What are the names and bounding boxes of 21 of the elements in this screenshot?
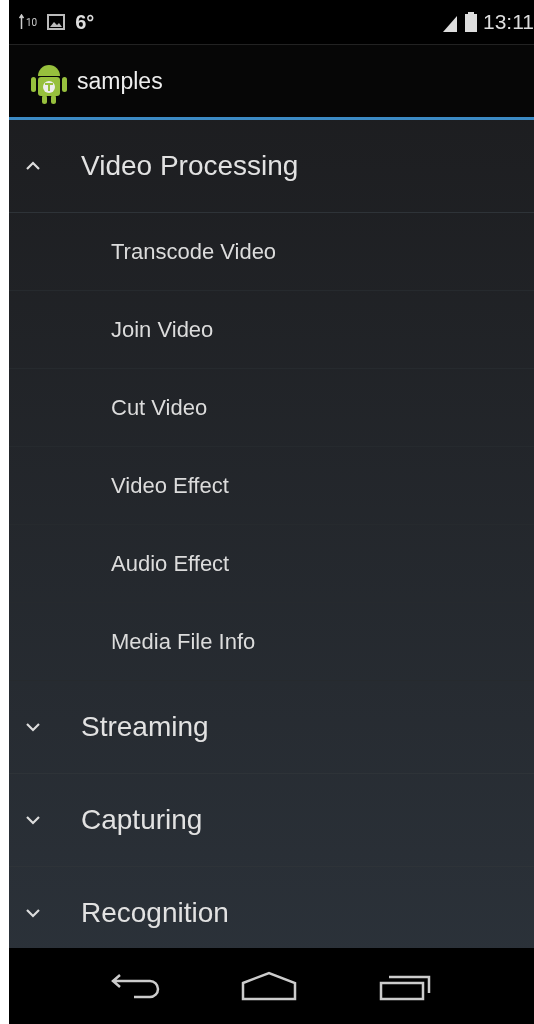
list-item[interactable]: Join Video [111, 316, 214, 343]
temperature: 6° [75, 10, 95, 34]
group-header[interactable]: Capturing [9, 774, 534, 867]
image-icon [47, 14, 66, 30]
group-header[interactable]: Video Processing [9, 120, 534, 213]
app-title: samples [77, 67, 163, 95]
chevron-up-icon [25, 161, 41, 171]
chevron-down-icon [25, 722, 41, 732]
list-item[interactable]: Media File Info [111, 628, 256, 655]
home-icon[interactable] [241, 971, 298, 1001]
list-item[interactable]: Audio Effect [111, 550, 230, 577]
list-item[interactable]: Cut Video [111, 394, 208, 421]
back-icon[interactable] [109, 971, 160, 1001]
chevron-down-icon [25, 815, 41, 825]
chevron-down-icon [25, 908, 41, 918]
upload-speed-indicator: 10 [19, 14, 38, 30]
list-item[interactable]: Transcode Video [111, 238, 277, 265]
group-header[interactable]: Streaming [9, 681, 534, 774]
battery-icon [465, 12, 477, 32]
clock: 13:11 [483, 10, 534, 34]
list-item[interactable]: Video Effect [111, 472, 229, 499]
